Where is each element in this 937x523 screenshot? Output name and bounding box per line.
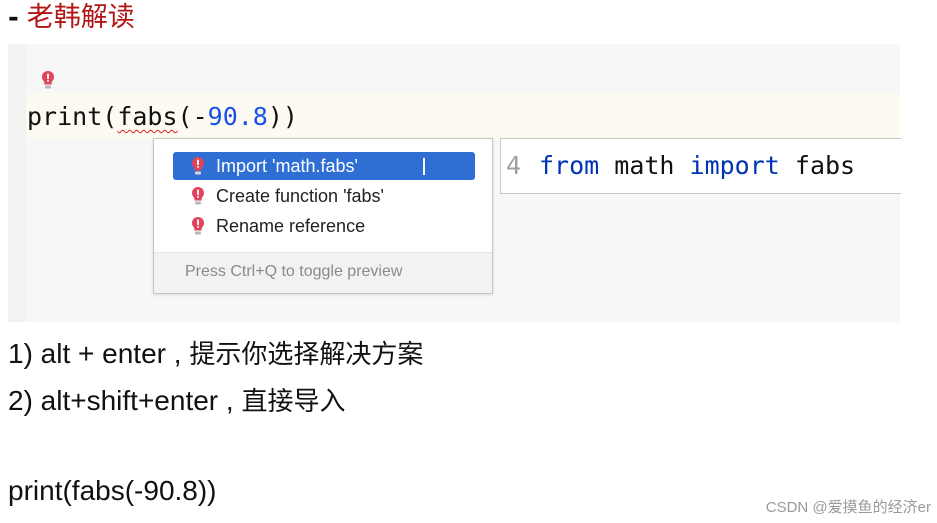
import-preview-panel: 4 from math import fabs bbox=[500, 138, 901, 194]
menu-item-label: Rename reference bbox=[216, 216, 366, 236]
intention-actions-popup: Import 'math.fabs' Create function 'fabs… bbox=[153, 138, 493, 294]
toggle-preview-hint: Press Ctrl+Q to toggle preview bbox=[185, 263, 403, 280]
csdn-watermark: CSDN @爱摸鱼的经济er bbox=[765, 499, 931, 516]
menu-item-import-math-fabs[interactable]: Import 'math.fabs' bbox=[173, 152, 475, 180]
intention-bulb-icon[interactable] bbox=[41, 70, 55, 90]
note-line-1: 1) alt + enter , 提示你选择解决方案 bbox=[8, 334, 423, 371]
text-caret bbox=[423, 158, 425, 175]
menu-item-create-function[interactable]: Create function 'fabs' bbox=[173, 182, 475, 210]
keyword-import: import bbox=[689, 151, 780, 180]
section-heading: - 老韩解读 bbox=[8, 0, 135, 36]
code-paren-close: )) bbox=[267, 102, 298, 131]
editor-gutter bbox=[8, 44, 26, 322]
menu-item-label: Create function 'fabs' bbox=[216, 186, 384, 206]
popup-footer: Press Ctrl+Q to toggle preview bbox=[154, 252, 492, 293]
exclamation-bulb-icon bbox=[192, 217, 204, 235]
code-line[interactable]: print(fabs(-90.8)) bbox=[27, 100, 298, 134]
heading-dash: - bbox=[8, 3, 19, 33]
preview-code: from math import fabs bbox=[539, 139, 855, 193]
preview-line-number: 4 bbox=[506, 151, 522, 180]
note-description: 直接导入 bbox=[241, 387, 346, 417]
imported-name: fabs bbox=[779, 151, 856, 180]
exclamation-bulb-icon bbox=[192, 157, 204, 175]
example-code: print(fabs(-90.8)) bbox=[8, 475, 217, 506]
menu-item-label: Import 'math.fabs' bbox=[216, 156, 358, 176]
heading-title: 老韩解读 bbox=[26, 2, 135, 33]
note-shortcut: 2) alt+shift+enter , bbox=[8, 385, 242, 416]
code-number: 90.8 bbox=[207, 102, 268, 131]
note-description: 提示你选择解决方案 bbox=[189, 340, 424, 370]
keyword-from: from bbox=[539, 151, 600, 180]
code-print: print( bbox=[27, 102, 118, 131]
exclamation-bulb-icon bbox=[192, 187, 204, 205]
note-line-2: 2) alt+shift+enter , 直接导入 bbox=[8, 381, 345, 418]
module-name: math bbox=[599, 151, 690, 180]
note-shortcut: 1) alt + enter , bbox=[8, 338, 190, 369]
menu-item-rename-reference[interactable]: Rename reference bbox=[173, 212, 475, 240]
unresolved-reference[interactable]: fabs bbox=[117, 102, 177, 131]
code-paren-open: (- bbox=[177, 102, 208, 131]
